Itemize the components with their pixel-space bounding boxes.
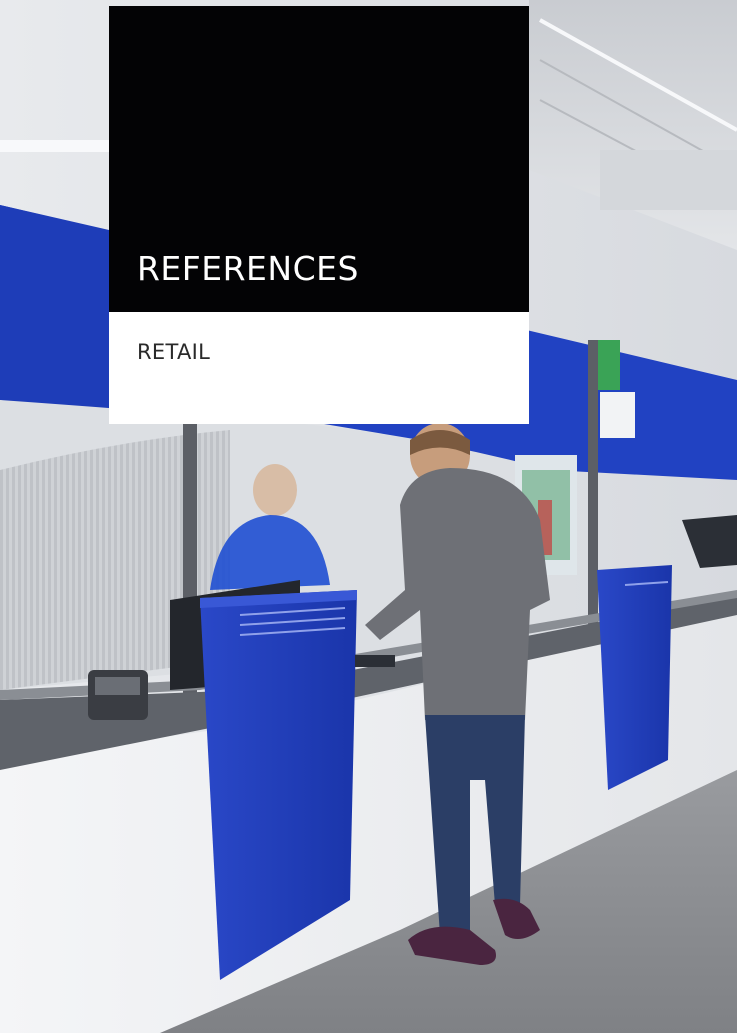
page: REFERENCES RETAIL	[0, 0, 737, 1033]
card-title: REFERENCES	[137, 249, 359, 288]
card-header: REFERENCES	[109, 6, 529, 312]
references-card[interactable]: REFERENCES RETAIL	[109, 6, 529, 424]
card-subtitle: RETAIL	[137, 340, 211, 364]
card-footer: RETAIL	[109, 312, 529, 424]
